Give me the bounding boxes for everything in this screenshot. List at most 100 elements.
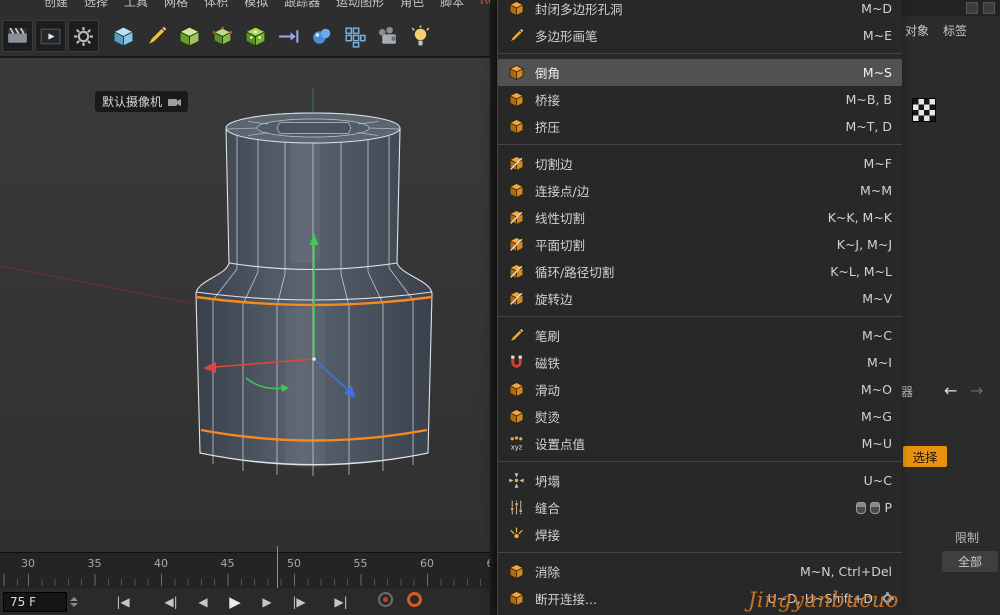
- menu-separator: [498, 461, 902, 462]
- shortcut-text: K~J, M~J: [836, 237, 892, 252]
- cloner-icon[interactable]: [339, 20, 370, 52]
- context-menu-item[interactable]: 坍塌 U~C: [498, 467, 902, 494]
- context-menu-item[interactable]: 旋转边 M~V: [498, 285, 902, 312]
- stitch-icon: [507, 499, 525, 516]
- context-menu-item[interactable]: 桥接 M~B, B: [498, 86, 902, 113]
- frame-field[interactable]: 75 F: [3, 591, 67, 612]
- subdivision-surface-icon[interactable]: [174, 20, 205, 52]
- toolbar: [0, 16, 492, 57]
- shortcut-text: P: [884, 500, 892, 515]
- render-settings-icon[interactable]: [68, 20, 99, 52]
- play-button[interactable]: ▶: [220, 593, 250, 611]
- cube-object-icon[interactable]: [108, 20, 139, 52]
- shortcut-text: K~K, M~K: [827, 210, 892, 225]
- context-menu-item[interactable]: 熨烫 M~G: [498, 403, 902, 430]
- context-menu-item[interactable]: 笔刷 M~C: [498, 322, 902, 349]
- frame-field-value: 75 F: [10, 594, 36, 609]
- context-menu-item[interactable]: 倒角 M~S: [498, 59, 902, 86]
- panel-header-icon[interactable]: [966, 2, 978, 14]
- context-menu-item[interactable]: 多边形画笔 M~E: [498, 22, 902, 49]
- menubar-item[interactable]: 选择: [84, 0, 108, 10]
- render-view-icon[interactable]: [2, 20, 33, 52]
- extrude-icon: [507, 118, 525, 135]
- context-menu-item[interactable]: 连接点/边 M~M: [498, 177, 902, 204]
- menubar-item[interactable]: 角色: [400, 0, 424, 10]
- step-up-icon[interactable]: [70, 596, 78, 601]
- next-key-button[interactable]: |▶: [284, 595, 314, 609]
- tags-menu-item[interactable]: 标签: [943, 22, 967, 39]
- panel-divider: [490, 0, 497, 615]
- menubar-item[interactable]: 模拟: [244, 0, 268, 10]
- all-button[interactable]: 全部: [942, 551, 998, 572]
- context-menu-item[interactable]: 平面切割 K~J, M~J: [498, 231, 902, 258]
- autokey-icon[interactable]: [407, 592, 422, 611]
- timeline-cursor[interactable]: [277, 546, 278, 589]
- pen-tool-icon[interactable]: [141, 20, 172, 52]
- menubar-item[interactable]: 运动图形: [336, 0, 384, 10]
- menu-item-shortcut: K~K, M~K: [828, 210, 892, 225]
- checker-swatch[interactable]: [912, 98, 936, 122]
- context-menu-item[interactable]: 循环/路径切割 K~L, M~L: [498, 258, 902, 285]
- collapse-icon: [507, 472, 525, 489]
- context-menu-item[interactable]: 挤压 M~T, D: [498, 113, 902, 140]
- menu-item-label: 多边形画笔: [535, 29, 598, 44]
- objects-menu-item[interactable]: 对象: [905, 22, 929, 39]
- menu-item-label: 倒角: [535, 66, 561, 81]
- spline-arrow-icon[interactable]: [273, 20, 304, 52]
- menubar-item[interactable]: 创建: [44, 0, 68, 10]
- menubar: 创建 选择 工具 网格 体积 模拟 跟踪器 运动图形 角色 脚本 RealFlow: [0, 0, 490, 16]
- render-picture-viewer-icon[interactable]: [35, 20, 66, 52]
- back-arrow-icon[interactable]: ←: [944, 381, 957, 400]
- select-mode-button[interactable]: 选择: [903, 446, 947, 467]
- menu-item-label: 循环/路径切割: [535, 265, 615, 280]
- extrude-object-icon[interactable]: [207, 20, 238, 52]
- viewport[interactable]: 默认摄像机: [0, 57, 490, 553]
- forward-arrow-icon[interactable]: →: [970, 381, 983, 400]
- ruler-tick-label: 40: [154, 557, 168, 570]
- mouse-gesture-icon: [870, 501, 881, 514]
- edge-cut-icon: [507, 155, 525, 172]
- camera-icon[interactable]: [372, 20, 403, 52]
- panel-header-icon[interactable]: [983, 2, 995, 14]
- rotate-edge-icon: [507, 290, 525, 307]
- menubar-item[interactable]: 体积: [204, 0, 228, 10]
- context-menu-item[interactable]: 缝合 P: [498, 494, 902, 521]
- shortcut-text: M~F: [863, 156, 892, 171]
- menubar-item-realflow[interactable]: RealFlow: [480, 0, 490, 10]
- close-polygon-hole-icon: [507, 0, 525, 17]
- menubar-item[interactable]: 工具: [124, 0, 148, 10]
- context-menu-item[interactable]: 焊接: [498, 521, 902, 548]
- shortcut-text: M~S: [862, 65, 892, 80]
- step-down-icon[interactable]: [70, 602, 78, 607]
- context-menu-item[interactable]: xyz 设置点值 M~U: [498, 430, 902, 457]
- camera-label[interactable]: 默认摄像机: [95, 91, 189, 112]
- magnet-icon: [507, 354, 525, 371]
- menubar-items: 创建 选择 工具 网格 体积 模拟 跟踪器 运动图形 角色 脚本 RealFlow: [44, 0, 490, 10]
- context-menu-item[interactable]: 线性切割 K~K, M~K: [498, 204, 902, 231]
- context-menu-item[interactable]: 封闭多边形孔洞 M~D: [498, 0, 902, 22]
- keyframe-record-icon[interactable]: [378, 592, 393, 611]
- menubar-item[interactable]: 网格: [164, 0, 188, 10]
- frame-stepper[interactable]: [70, 596, 78, 607]
- metaball-icon[interactable]: [306, 20, 337, 52]
- context-menu-item[interactable]: 切割边 M~F: [498, 150, 902, 177]
- viewport-canvas[interactable]: [0, 58, 490, 553]
- goto-start-button[interactable]: |◀: [108, 595, 138, 609]
- menubar-item[interactable]: 跟踪器: [284, 0, 320, 10]
- prev-key-button[interactable]: ◀|: [156, 595, 186, 609]
- array-object-icon[interactable]: [240, 20, 271, 52]
- light-icon[interactable]: [405, 20, 436, 52]
- next-frame-button[interactable]: ▶: [252, 595, 282, 609]
- context-menu-item[interactable]: 消除 M~N, Ctrl+Del: [498, 558, 902, 585]
- goto-end-button[interactable]: ▶|: [326, 595, 356, 609]
- context-menu-item[interactable]: 磁铁 M~I: [498, 349, 902, 376]
- menu-item-label: 断开连接...: [535, 592, 597, 607]
- watermark: Jingyanbucuo: [748, 588, 899, 612]
- menubar-item[interactable]: 脚本: [440, 0, 464, 10]
- timeline-ruler[interactable]: 3035404550556065: [0, 546, 501, 589]
- menu-item-label: 切割边: [535, 157, 573, 172]
- context-menu-item[interactable]: 滑动 M~O: [498, 376, 902, 403]
- shortcut-text: M~T, D: [845, 119, 892, 134]
- prev-frame-button[interactable]: ◀: [188, 595, 218, 609]
- menu-item-label: 线性切割: [535, 211, 586, 226]
